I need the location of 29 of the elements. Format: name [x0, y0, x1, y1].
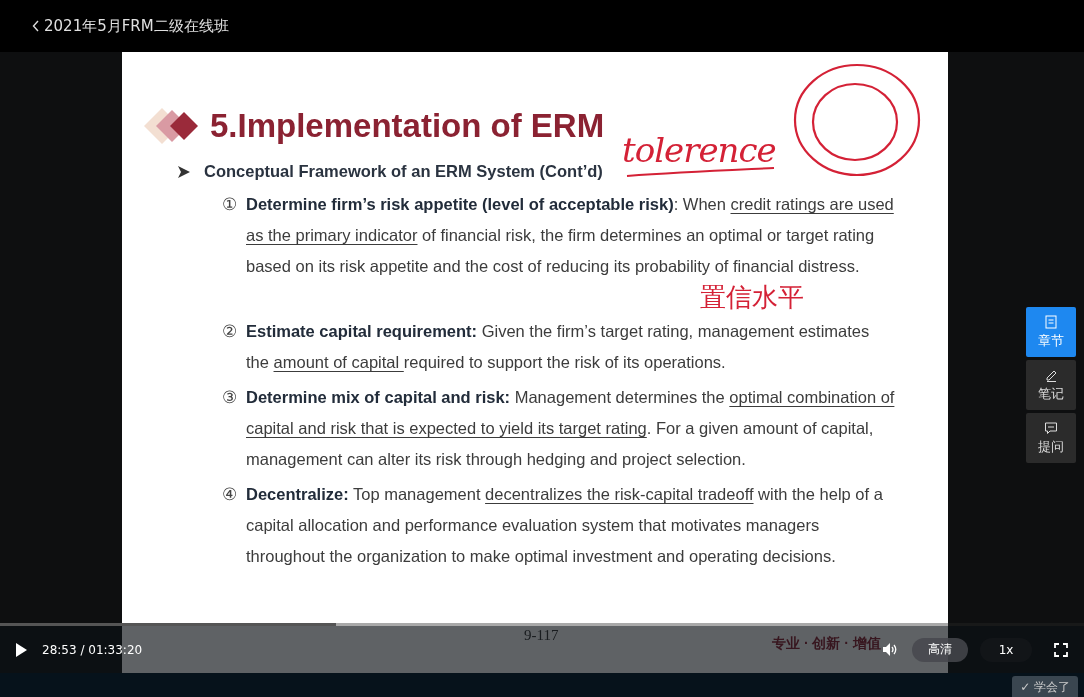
side-tab[interactable]: 笔记 — [1026, 360, 1076, 410]
side-tab[interactable]: 提问 — [1026, 413, 1076, 463]
item-number: ① — [222, 194, 238, 215]
slide-paragraph: Estimate capital requirement: Given the firm’s target rating, management estimates the amount of capital required to support the risk of its operations. — [246, 321, 871, 373]
volume-icon[interactable] — [883, 643, 898, 656]
doc-icon — [1044, 314, 1058, 329]
handwritten-note: 置信水平 — [700, 282, 804, 312]
page-number: 9-117 — [524, 627, 559, 644]
quality-button[interactable]: 高清 — [912, 637, 968, 662]
slide-paragraph: Determine firm’s risk appetite (level of acceptable risk): When credit ratings are used as the primary indicator of financial risk, the firm determines an optimal or target rating based on its risk appetite and the cost of reducing its probability of financial distress. — [246, 194, 895, 277]
handwritten-note: tolerence — [622, 130, 776, 170]
slide-tagline: 专业 · 创新 · 增值 — [772, 635, 881, 653]
slide-paragraph: Decentralize: Top management decentralizes the risk-capital tradeoff with the help of a capital allocation and performance evaluation system that motivates managers throughout the organization to make optimal investment and operating decisions. — [246, 484, 884, 567]
item-number: ② — [222, 321, 238, 342]
slide-paragraph: Determine mix of capital and risk: Management determines the optimal combination of capital and risk that is expected to yield its target rating. For a given amount of capital, management can alter its risk through hedging and project selection. — [246, 387, 896, 470]
side-tab[interactable]: 章节 — [1026, 307, 1076, 357]
item-number: ④ — [222, 484, 238, 505]
playback-time: 28:53 / 01:33:20 — [42, 642, 143, 657]
play-icon[interactable] — [15, 642, 28, 657]
slide-subheading: Conceptual Framework of an ERM System (Cont’d) — [204, 162, 603, 181]
back-icon[interactable] — [32, 20, 40, 32]
speed-button[interactable]: 1x — [980, 637, 1032, 662]
item-number: ③ — [222, 387, 238, 408]
arrow-bullet-icon — [178, 165, 190, 178]
slide-title: 5.Implementation of ERM — [210, 107, 605, 145]
course-title: 2021年5月FRM二级在线班 — [44, 16, 229, 36]
learned-button[interactable]: ✓ 学会了 — [1012, 676, 1078, 697]
chat-icon — [1044, 420, 1058, 435]
fullscreen-icon[interactable] — [1054, 642, 1068, 657]
